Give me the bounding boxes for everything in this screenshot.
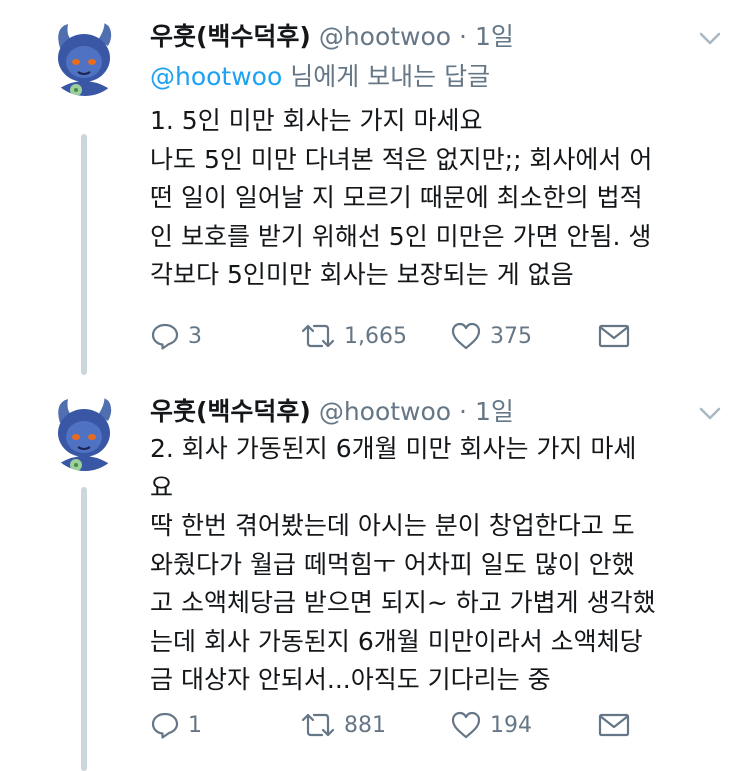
author-handle[interactable]: @hootwoo: [319, 397, 451, 426]
retweet-icon: [301, 713, 335, 737]
separator-dot: ·: [459, 397, 467, 426]
retweet-count: 1,665: [344, 323, 407, 349]
tweet-text-line: 와줬다가 월급 떼먹힘ㅜ 어차피 일도 많이 안했: [150, 549, 635, 579]
direct-message-button[interactable]: [598, 705, 630, 745]
reply-button[interactable]: 3: [150, 316, 202, 356]
reply-context: @hootwoo 님에게 보내는 답글: [150, 58, 490, 96]
separator-dot: ·: [459, 22, 467, 51]
tweet-text-line: 딱 한번 겪어봤는데 아시는 분이 창업한다고 도: [150, 511, 635, 540]
author-name[interactable]: 우훗(백수덕후): [150, 397, 311, 426]
tweet[interactable]: 우훗(백수덕후) @hootwoo · 1일 @hootwoo 님에게 보내는 …: [0, 0, 750, 375]
reply-button[interactable]: 1: [150, 705, 202, 745]
like-button[interactable]: 194: [450, 705, 532, 745]
tweet-header: 우훗(백수덕후) @hootwoo · 1일: [150, 18, 514, 56]
avatar-image: [46, 18, 124, 96]
like-count: 194: [490, 712, 532, 738]
tweet-text: 1. 5인 미만 회사는 가지 마세요 나도 5인 미만 다녀본 적은 없지만;…: [150, 102, 720, 295]
tweet-text-line: 나도 5인 미만 다녀본 적은 없지만;; 회사에서 어: [150, 144, 653, 174]
author-handle[interactable]: @hootwoo: [319, 22, 451, 51]
envelope-icon: [598, 713, 630, 737]
tweet-text-line: 각보다 5인미만 회사는 보장되는 게 없음: [150, 260, 574, 289]
like-count: 375: [490, 323, 532, 349]
tweet-text-line: 1. 5인 미만 회사는 가지 마세요: [150, 106, 483, 135]
tweet-text-line: 요: [150, 472, 174, 502]
retweet-icon: [301, 324, 335, 348]
tweet-text-line: 고 소액체당금 받으면 되지~ 하고 가볍게 생각했: [150, 588, 656, 617]
tweet[interactable]: 우훗(백수덕후) @hootwoo · 1일 2. 회사 가동된지 6개월 미만…: [0, 375, 750, 771]
avatar-image: [46, 393, 124, 471]
avatar[interactable]: [46, 18, 124, 96]
tweet-header: 우훗(백수덕후) @hootwoo · 1일: [150, 393, 514, 431]
reply-context-text: 님에게 보내는 답글: [282, 62, 491, 91]
reply-mention-link[interactable]: @hootwoo: [150, 62, 282, 91]
chevron-down-icon[interactable]: [698, 26, 722, 50]
reply-count: 1: [188, 712, 202, 738]
tweet-text-line: 금 대상자 안되서...아직도 기다리는 중: [150, 665, 551, 694]
avatar[interactable]: [46, 393, 124, 471]
tweet-text-line: 떤 일이 일어날 지 모르기 때문에 최소한의 법적: [150, 183, 643, 212]
retweet-count: 881: [344, 712, 386, 738]
thread-line: [81, 487, 87, 771]
heart-icon: [451, 711, 481, 739]
author-name[interactable]: 우훗(백수덕후): [150, 22, 311, 51]
heart-icon: [451, 322, 481, 350]
tweet-text-line: 는데 회사 가동된지 6개월 미만이라서 소액체당: [150, 626, 643, 656]
direct-message-button[interactable]: [598, 316, 630, 356]
thread-line: [81, 134, 87, 375]
timestamp[interactable]: 1일: [475, 397, 514, 426]
retweet-button[interactable]: 881: [300, 705, 386, 745]
tweet-text: 2. 회사 가동된지 6개월 미만 회사는 가지 마세 요 딱 한번 겪어봤는데…: [150, 430, 720, 700]
timestamp[interactable]: 1일: [475, 22, 514, 51]
tweet-text-line: 인 보호를 받기 위해선 5인 미만은 가면 안됨. 생: [150, 221, 652, 251]
tweet-actions: 1 881 194: [150, 705, 640, 745]
tweet-text-line: 2. 회사 가동된지 6개월 미만 회사는 가지 마세: [150, 434, 637, 463]
retweet-button[interactable]: 1,665: [300, 316, 407, 356]
reply-icon: [151, 323, 179, 350]
like-button[interactable]: 375: [450, 316, 532, 356]
chevron-down-icon[interactable]: [698, 401, 722, 425]
tweet-actions: 3 1,665 375: [150, 316, 640, 356]
envelope-icon: [598, 324, 630, 348]
reply-icon: [151, 712, 179, 739]
reply-count: 3: [188, 323, 202, 349]
